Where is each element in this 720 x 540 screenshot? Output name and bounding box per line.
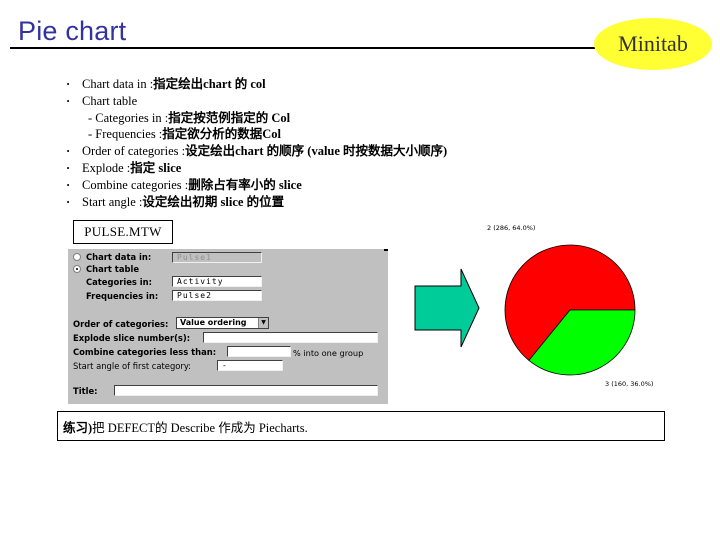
categories-in-label: Categories in: — [86, 277, 152, 287]
order-of-categories-row: Order of categories: — [73, 319, 168, 329]
order-of-categories-select[interactable]: Value ordering ▼ — [176, 317, 269, 329]
chevron-down-icon[interactable]: ▼ — [258, 318, 268, 328]
bullet-term: Explode : — [82, 160, 131, 175]
order-of-categories-value: Value ordering — [180, 318, 247, 327]
brand-label: Minitab — [618, 31, 688, 56]
bullet-icon: · — [66, 77, 71, 91]
bullet-icon: · — [66, 194, 71, 209]
bullet-term: Start angle : — [82, 194, 143, 209]
chart-table-option[interactable]: Chart table — [73, 264, 139, 274]
bullet-term: - Categories in : — [88, 110, 169, 125]
combine-categories-row: Combine categories less than: — [73, 347, 216, 357]
bullet-desc: 设定绘出chart 的顺序 (value 时按数据大小顺序) — [185, 144, 448, 159]
chart-data-in-option[interactable]: Chart data in: — [73, 252, 151, 262]
pie-chart-svg — [504, 244, 636, 376]
bullet-term: Combine categories : — [82, 177, 189, 192]
bullet-item: · Explode : 指定 slice — [66, 160, 447, 177]
chart-data-in-label: Chart data in: — [86, 252, 152, 262]
order-of-categories-label: Order of categories: — [73, 319, 169, 329]
start-angle-label: Start angle of first category: — [73, 361, 192, 371]
bullet-desc: 删除占有率小的 slice — [188, 177, 302, 192]
worksheet-label: PULSE.MTW — [73, 220, 173, 244]
explode-slice-row: Explode slice number(s): — [73, 333, 190, 343]
start-angle-row: Start angle of first category: — [73, 361, 191, 371]
combine-categories-label: Combine categories less than: — [73, 347, 217, 357]
combine-categories-suffix: % into one group — [293, 348, 364, 358]
bullet-item: · Start angle : 设定绘出初期 slice 的位置 — [66, 194, 447, 211]
chart-data-in-field[interactable]: Pulse1 — [172, 252, 262, 263]
bullet-item: · Order of categories : 设定绘出chart 的顺序 (va… — [66, 143, 447, 160]
bullet-desc: 指定按范例指定的 Col — [168, 110, 291, 125]
exercise-prefix: 练习) — [63, 420, 93, 435]
sub-bullet-item: - Frequencies : 指定欲分析的数据Col — [66, 126, 447, 143]
explode-slice-field[interactable] — [203, 332, 378, 343]
bullet-term: - Frequencies : — [88, 127, 163, 142]
categories-in-field[interactable]: Activity — [172, 276, 262, 287]
bullet-term: Chart data in : — [82, 77, 154, 91]
bullet-icon: · — [66, 177, 71, 192]
explode-slice-label: Explode slice number(s): — [73, 333, 191, 343]
pie-slice-label: 3 (160, 36.0%) — [605, 380, 654, 388]
bullet-item: · Chart data in : 指定绘出chart 的 col — [66, 76, 447, 93]
categories-in-row: Categories in: — [86, 277, 152, 287]
title-field[interactable] — [114, 385, 378, 396]
pie-chart: 2 (286, 64.0%) 3 (160, 36.0%) — [440, 215, 680, 405]
exercise-text: 把 DEFECT的 Describe 作成为 Piecharts. — [92, 420, 308, 435]
bullet-term: Order of categories : — [82, 144, 186, 159]
bullet-desc: 设定绘出初期 slice 的位置 — [142, 194, 285, 209]
title-divider — [10, 47, 600, 49]
bullet-term: Chart table — [82, 93, 138, 108]
bullet-desc: 指定 slice — [130, 160, 182, 175]
bullet-item: · Combine categories : 删除占有率小的 slice — [66, 177, 447, 194]
frequencies-in-row: Frequencies in: — [86, 291, 158, 301]
bullet-desc: 指定绘出chart 的 col — [153, 77, 266, 91]
bullet-icon: · — [66, 144, 71, 159]
chart-table-radio[interactable] — [73, 265, 81, 273]
bullet-icon: · — [66, 93, 71, 108]
chart-table-label: Chart table — [86, 264, 140, 274]
pie-slice-label: 2 (286, 64.0%) — [487, 224, 536, 232]
bullet-desc: 指定欲分析的数据Col — [162, 127, 282, 142]
chart-data-in-radio[interactable] — [73, 253, 81, 261]
frequencies-in-label: Frequencies in: — [86, 291, 159, 301]
combine-categories-field[interactable] — [227, 346, 291, 357]
slide-title: Pie chart — [18, 16, 127, 46]
brand-badge: Minitab — [594, 18, 712, 70]
frequencies-in-field[interactable]: Pulse2 — [172, 290, 262, 301]
sub-bullet-item: - Categories in : 指定按范例指定的 Col — [66, 110, 447, 127]
bullet-item: · Chart table — [66, 93, 447, 110]
exercise-box: 练习) 把 DEFECT的 Describe 作成为 Piecharts. — [57, 411, 665, 441]
dialog-corner-mark — [384, 249, 388, 251]
pie-chart-dialog: Chart data in: Pulse1 Chart table Catego… — [68, 249, 388, 404]
title-row: Title: — [73, 386, 98, 396]
start-angle-field[interactable]: - — [217, 360, 283, 371]
title-label: Title: — [73, 386, 98, 396]
bullet-icon: · — [66, 160, 71, 175]
bullet-list: · Chart data in : 指定绘出chart 的 col · Chart … — [66, 76, 447, 210]
